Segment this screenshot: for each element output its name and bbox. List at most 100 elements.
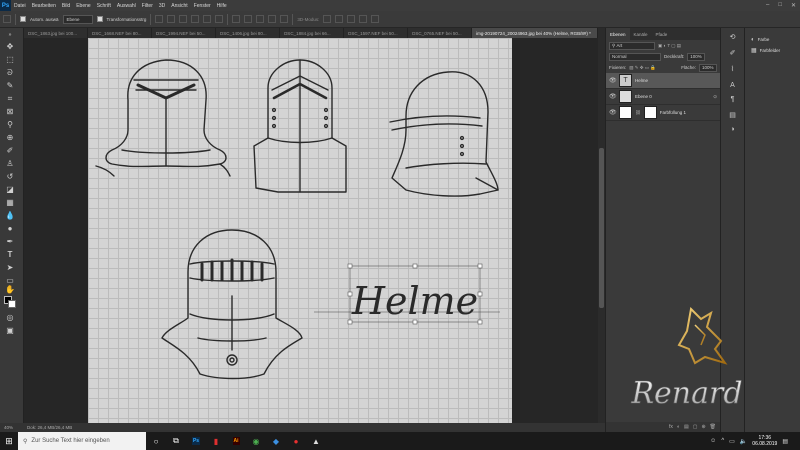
distribute-icon[interactable] [268,15,277,23]
type-tool-icon[interactable]: T [5,250,15,260]
background-color-swatch[interactable] [8,300,16,308]
marquee-tool-icon[interactable]: ⬚ [5,55,15,65]
brush-tool-icon[interactable]: ✐ [5,146,15,156]
clone-stamp-tool-icon[interactable]: ♙ [5,159,15,169]
frame-tool-icon[interactable]: ⊠ [5,107,15,117]
3d-slide-icon[interactable] [359,15,368,23]
group-icon[interactable]: ▢ [693,424,698,430]
paragraph-icon[interactable]: ¶ [727,94,738,105]
path-selection-tool-icon[interactable]: ➤ [5,263,15,273]
document-tab[interactable]: DSC_1597.NEF bei 50... [344,28,409,38]
align-middle-icon[interactable] [203,15,212,23]
photos-icon[interactable]: ▲ [306,432,326,450]
layer-row[interactable]: 👁 ⛓ Farbfüllung 1 [606,105,720,121]
taskbar-search-box[interactable]: ⚲ Zur Suche Text hier eingeben [18,432,146,450]
auto-select-target-dropdown[interactable]: Ebene [62,14,93,24]
lasso-tool-icon[interactable]: ᘐ [5,68,15,78]
auto-select-checkbox[interactable] [20,16,26,22]
eye-icon[interactable]: 👁 [609,93,617,100]
menu-layer[interactable]: Ebene [73,3,93,9]
photoshop-logo[interactable]: Ps [0,0,11,11]
document-tab[interactable]: DSC_0765.NEF bei 50... [408,28,473,38]
align-left-icon[interactable] [155,15,164,23]
maximize-button[interactable]: □ [778,2,782,9]
quick-select-tool-icon[interactable]: ✎ [5,81,15,91]
notification-icon[interactable]: ▤ [782,438,788,445]
cortana-icon[interactable]: ○ [146,432,166,450]
fill-field[interactable]: 100% [699,63,717,72]
menu-3d[interactable]: 3D [156,3,168,9]
zoom-level[interactable]: 40% [4,425,13,430]
menu-image[interactable]: Bild [59,3,73,9]
helme-lettering[interactable]: Helme [351,279,478,323]
blend-mode-dropdown[interactable]: Normal [609,52,661,61]
filter-icons[interactable]: ▣ ◐ T ▢ ▤ [658,43,681,49]
people-icon[interactable]: ☺ [710,438,716,444]
menu-view[interactable]: Ansicht [168,3,190,9]
quick-mask-icon[interactable]: ◎ [5,313,15,323]
app-red-circle-icon[interactable]: ● [286,432,306,450]
eye-icon[interactable]: 👁 [609,77,617,84]
healing-brush-tool-icon[interactable]: ⊕ [5,133,15,143]
layer-name[interactable]: Ebene 0 [635,94,652,99]
task-view-icon[interactable]: ⧉ [166,432,186,450]
app-blue-icon[interactable]: ◆ [266,432,286,450]
hand-tool-icon[interactable]: ✋ [5,285,15,295]
align-bottom-icon[interactable] [215,15,224,23]
document-tab[interactable]: DSC_1406.jpg bei 80... [216,28,281,38]
eraser-tool-icon[interactable]: ◪ [5,185,15,195]
3d-rotate-icon[interactable] [323,15,332,23]
layer-name[interactable]: Helme [635,78,648,83]
chevron-up-icon[interactable]: ^ [721,438,724,444]
align-right-icon[interactable] [179,15,188,23]
document-tab[interactable]: DSC_1884.jpg bei 66... [280,28,345,38]
menu-help[interactable]: Hilfe [214,3,230,9]
tab-paths[interactable]: Pfade [652,28,672,40]
tab-channels[interactable]: Kanäle [630,28,652,40]
collapse-icon[interactable]: » [5,30,15,40]
3d-scale-icon[interactable] [371,15,380,23]
app-red-icon[interactable]: ▮ [206,432,226,450]
layer-filter-dropdown[interactable]: ⚲ Art [609,41,655,50]
document-tab-active[interactable]: img-20190724_20024963.jpg bei 40% (Helme… [472,28,599,38]
color-panel-item[interactable]: ◐ Farbe [745,34,800,45]
layer-row[interactable]: 👁 T Helme [606,73,720,89]
move-tool-icon[interactable]: ✥ [5,42,15,52]
chrome-icon[interactable]: ◉ [246,432,266,450]
document-canvas[interactable]: Helme [88,38,512,423]
minimize-button[interactable]: – [766,2,769,9]
3d-roll-icon[interactable] [335,15,344,23]
menu-select[interactable]: Auswahl [114,3,139,9]
menu-file[interactable]: Datei [11,3,29,9]
fx-icon[interactable]: fx [669,424,673,430]
document-tab[interactable]: DSC_1994.NEF bei 50... [152,28,217,38]
adjustments-icon[interactable]: ◑ [727,124,738,135]
distribute-icon[interactable] [232,15,241,23]
windows-start-icon[interactable]: ⊞ [0,432,18,450]
eye-icon[interactable]: 👁 [609,109,617,116]
distribute-icon[interactable] [244,15,253,23]
3d-drag-icon[interactable] [347,15,356,23]
vertical-scrollbar[interactable] [598,28,605,423]
layer-name[interactable]: Farbfüllung 1 [660,110,686,115]
mask-icon[interactable]: ▤ [684,424,689,430]
menu-filter[interactable]: Filter [139,3,156,9]
close-button[interactable]: ✕ [791,2,796,9]
transform-controls-checkbox[interactable] [96,16,103,22]
clock[interactable]: 17:36 06.08.2019 [752,435,777,447]
tab-layers[interactable]: Ebenen [606,28,630,40]
menu-type[interactable]: Schrift [94,3,114,9]
illustrator-taskbar-icon[interactable]: Ai [226,432,246,450]
brush-settings-icon[interactable]: ✐ [727,48,738,59]
dodge-tool-icon[interactable]: ● [5,224,15,234]
volume-icon[interactable]: 🔈 [740,438,747,445]
gradient-tool-icon[interactable]: ▦ [5,198,15,208]
align-top-icon[interactable] [191,15,200,23]
menu-edit[interactable]: Bearbeiten [29,3,59,9]
scrollbar-thumb[interactable] [599,148,604,308]
lock-icons[interactable]: ▨ ✎ ✥ ▭ 🔒 [629,65,656,71]
photoshop-taskbar-icon[interactable]: Ps [186,432,206,450]
new-layer-icon[interactable]: ⊕ [701,424,705,430]
network-icon[interactable]: ▭ [729,438,735,445]
screen-mode-icon[interactable]: ▣ [5,326,15,336]
